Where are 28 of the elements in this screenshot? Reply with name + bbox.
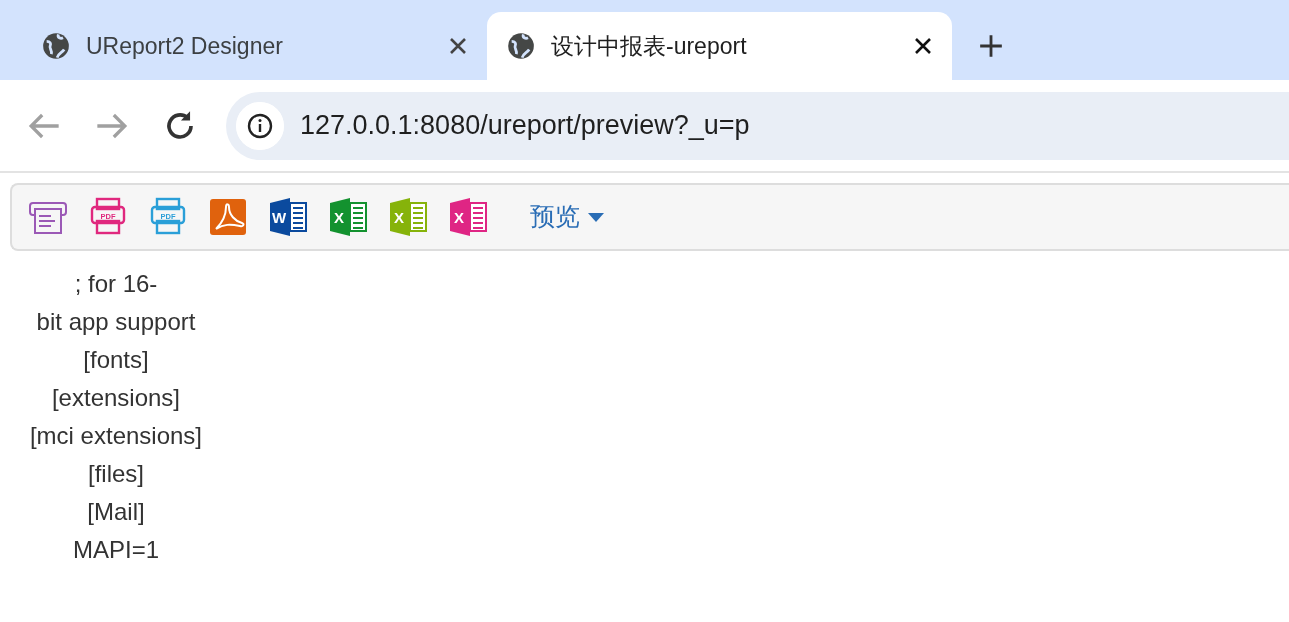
spreadsheet-button[interactable]: X [318, 187, 378, 247]
browser-tab[interactable]: UReport2 Designer [22, 12, 487, 80]
letter-label: X [454, 209, 464, 226]
spreadsheet-button[interactable]: W [258, 187, 318, 247]
address-bar[interactable]: 127.0.0.1:8080/ureport/preview?_u=p [226, 91, 1289, 160]
caret-icon [588, 212, 604, 222]
report-line: ; for 16- [73, 269, 159, 299]
report-line: [extensions] [50, 383, 182, 413]
close-icon[interactable] [914, 37, 932, 55]
close-icon[interactable] [449, 37, 467, 55]
tab-title: 设计中报表-ureport [551, 31, 748, 61]
new-tab-icon[interactable] [978, 33, 1004, 59]
letter-label: X [334, 209, 344, 226]
report-line: [Mail] [86, 497, 146, 527]
globe-icon [507, 32, 535, 60]
report-line: [fonts] [82, 345, 150, 375]
letter-label: W [271, 209, 287, 226]
tab-title: UReport2 Designer [86, 31, 284, 61]
report-line: MAPI=1 [71, 535, 160, 565]
letter-label: X [394, 209, 404, 226]
report-line: bit app support [35, 307, 197, 337]
preview-dropdown[interactable]: 预览 [524, 197, 610, 237]
report-line: [files] [87, 459, 145, 489]
url-text: 127.0.0.1:8080/ureport/preview?_u=p [300, 109, 750, 143]
report-line: [mci extensions] [28, 421, 204, 451]
browser-tab[interactable]: 设计中报表-ureport [487, 12, 952, 80]
spreadsheet-button[interactable]: X [438, 187, 498, 247]
globe-icon [42, 32, 70, 60]
